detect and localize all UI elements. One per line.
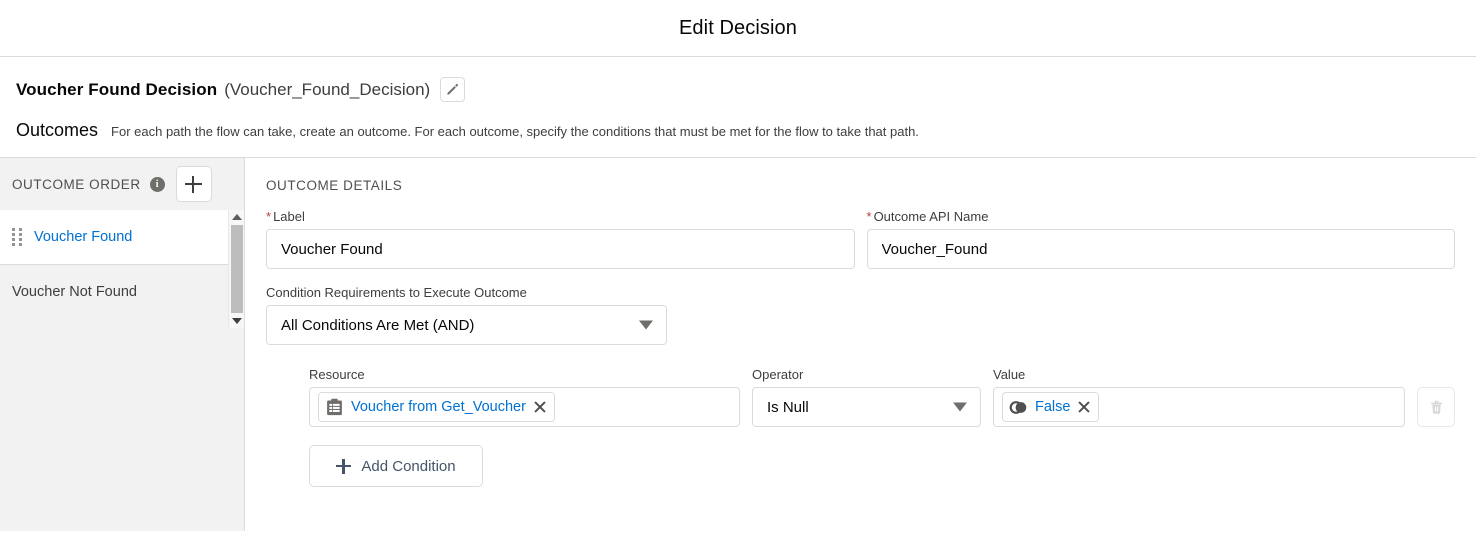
operator-select[interactable]: Is Null <box>752 387 981 428</box>
label-text: Label <box>273 209 305 225</box>
element-label: Voucher Found Decision <box>16 79 218 99</box>
element-name-row: Voucher Found Decision (Voucher_Found_De… <box>0 57 1476 102</box>
scroll-up-arrow-icon[interactable] <box>229 210 245 224</box>
add-condition-button[interactable]: Add Condition <box>309 445 483 488</box>
label-field-label: * Label <box>266 209 855 224</box>
condition-requirements-group: Condition Requirements to Execute Outcom… <box>266 285 1455 346</box>
resource-pill-text: Voucher from Get_Voucher <box>351 399 526 416</box>
condition-requirements-label: Condition Requirements to Execute Outcom… <box>266 285 527 301</box>
value-column-label: Value <box>993 367 1026 383</box>
resource-column: Resource Voucher from Get_Voucher <box>309 367 740 428</box>
delete-column <box>1417 387 1455 428</box>
plus-icon <box>185 175 203 193</box>
outcome-details-header: OUTCOME DETAILS <box>266 178 403 194</box>
modal-header: Edit Decision <box>0 0 1476 56</box>
close-icon[interactable] <box>533 400 547 414</box>
condition-requirements-select-wrap: All Conditions Are Met (AND) <box>266 305 667 346</box>
outcome-list: Voucher Found Voucher Not Found <box>0 210 244 531</box>
add-outcome-button[interactable] <box>175 166 212 203</box>
plus-icon <box>336 458 352 474</box>
edit-element-name-button[interactable] <box>440 77 466 102</box>
sidebar-item-voucher-not-found[interactable]: Voucher Not Found <box>0 265 244 320</box>
value-column: Value False <box>993 367 1405 428</box>
pencil-icon <box>447 83 459 95</box>
operator-selected-value: Is Null <box>767 398 809 416</box>
resource-pill[interactable]: Voucher from Get_Voucher <box>318 392 555 423</box>
outcome-order-label: OUTCOME ORDER <box>12 176 141 192</box>
outcome-details-panel: OUTCOME DETAILS *Label *Outcome API Name… <box>245 158 1476 532</box>
api-name-field-group: * Outcome API Name <box>866 209 1456 270</box>
resource-column-label: Resource <box>309 367 365 383</box>
conditions-area: Resource Voucher from Get_Voucher Operat… <box>266 367 1455 488</box>
outcomes-section-header: Outcomes For each path the flow can take… <box>0 102 1476 157</box>
value-pill[interactable]: False <box>1002 392 1100 423</box>
decision-body: OUTCOME ORDER i Voucher Found Voucher No… <box>0 157 1476 532</box>
scrollbar-thumb[interactable] <box>230 225 243 314</box>
outcomes-title: Outcomes <box>16 120 99 140</box>
condition-requirements-select[interactable]: All Conditions Are Met (AND) <box>266 305 667 346</box>
record-variable-icon <box>327 398 342 415</box>
label-field-group: * Label <box>266 209 855 270</box>
operator-column-label: Operator <box>752 367 804 383</box>
name-fields-row: *Label *Outcome API Name <box>266 209 1456 270</box>
label-input[interactable] <box>266 229 855 270</box>
list-item-label: Voucher Not Found <box>12 284 137 301</box>
trash-icon <box>1430 400 1442 414</box>
api-name-field-label: * Outcome API Name <box>867 209 1456 224</box>
outcome-order-sidebar: OUTCOME ORDER i Voucher Found Voucher No… <box>0 158 245 532</box>
outcome-api-name-input[interactable] <box>866 229 1455 270</box>
delete-condition-button[interactable] <box>1417 387 1455 428</box>
boolean-icon <box>1009 400 1027 414</box>
required-marker: * <box>866 209 872 225</box>
condition-row: Resource Voucher from Get_Voucher Operat… <box>309 367 1455 428</box>
add-condition-label: Add Condition <box>361 457 456 475</box>
label-text: Outcome API Name <box>873 209 989 225</box>
element-api-name: (Voucher_Found_Decision) <box>224 79 431 99</box>
drag-handle-icon[interactable] <box>12 228 24 247</box>
value-combobox[interactable]: False <box>993 387 1405 428</box>
outcomes-description: For each path the flow can take, create … <box>111 124 919 139</box>
resource-combobox[interactable]: Voucher from Get_Voucher <box>309 387 740 428</box>
add-condition-wrap: Add Condition <box>309 445 1455 488</box>
info-icon[interactable]: i <box>149 176 165 192</box>
sidebar-item-voucher-found[interactable]: Voucher Found <box>0 210 244 266</box>
close-icon[interactable] <box>1077 400 1091 414</box>
operator-select-wrap: Is Null <box>752 387 981 428</box>
page-title: Edit Decision <box>678 16 798 39</box>
sidebar-scrollbar[interactable] <box>228 210 245 329</box>
list-item-label: Voucher Found <box>34 229 133 246</box>
outcome-order-header: OUTCOME ORDER i <box>0 158 244 210</box>
operator-column: Operator Is Null <box>752 367 981 428</box>
scroll-down-arrow-icon[interactable] <box>229 314 245 328</box>
required-marker: * <box>266 209 272 225</box>
value-pill-text: False <box>1035 399 1071 416</box>
condition-requirements-selected-value: All Conditions Are Met (AND) <box>281 316 475 334</box>
